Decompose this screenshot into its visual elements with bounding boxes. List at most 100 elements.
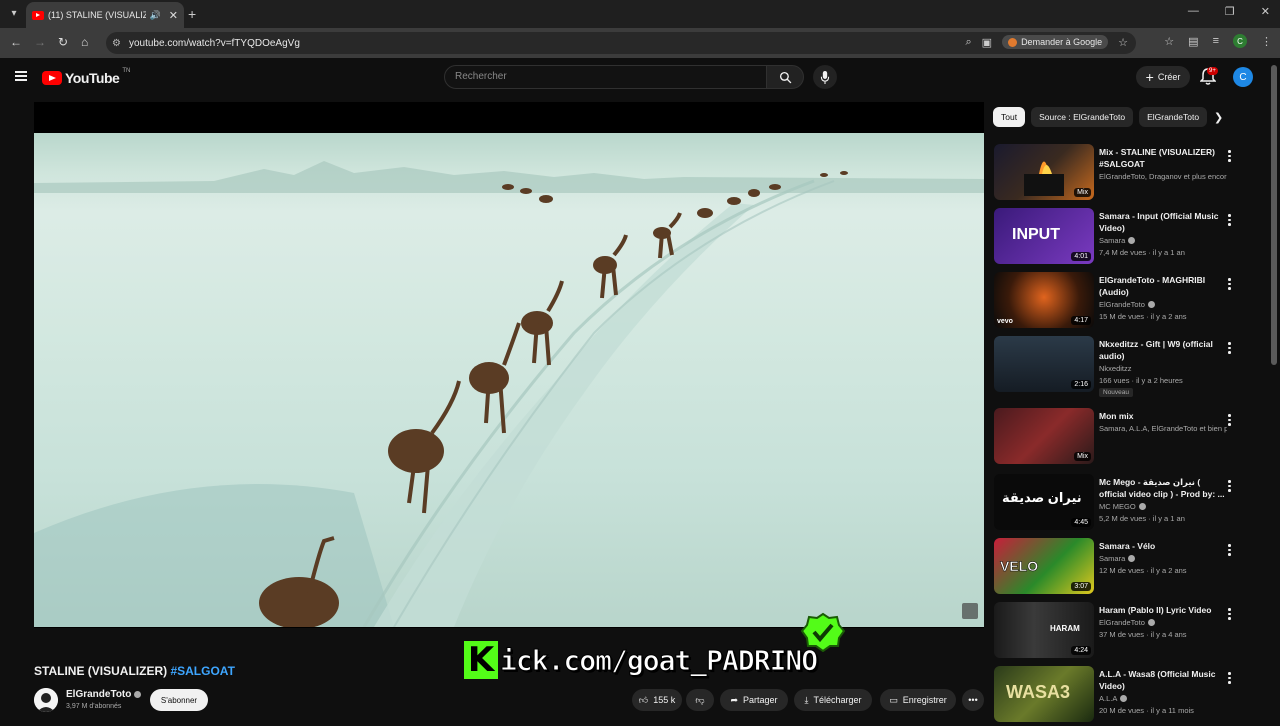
more-options-icon[interactable]: [1228, 214, 1232, 228]
more-options-icon[interactable]: [1228, 480, 1232, 494]
recommendation-item[interactable]: 2:16 Nkxeditzz - Gift | W9 (official aud…: [994, 336, 1244, 397]
video-hashtag-link[interactable]: #SALGOAT: [170, 664, 234, 678]
video-thumbnail[interactable]: VELO 3:07: [994, 538, 1094, 594]
media-control-icon[interactable]: ≡: [1213, 35, 1219, 47]
video-thumbnail[interactable]: HARAM 4:24: [994, 602, 1094, 658]
video-thumbnail[interactable]: Mix: [994, 144, 1094, 200]
recommendation-channel[interactable]: ElGrandeToto, Draganov et plus encore: [1099, 172, 1227, 181]
recommendation-channel[interactable]: Nkxeditzz: [1099, 364, 1227, 373]
recommendation-title[interactable]: Mon mix: [1099, 410, 1227, 422]
restore-icon[interactable]: ❐: [1225, 5, 1235, 18]
recommendation-title[interactable]: A.L.A - Wasa8 (Official Music Video): [1099, 668, 1227, 692]
recommendation-channel[interactable]: Samara: [1099, 554, 1227, 563]
download-button[interactable]: ⤓ Télécharger: [794, 689, 872, 711]
audio-playing-icon[interactable]: 🔊: [150, 10, 161, 21]
reload-icon[interactable]: ↻: [58, 35, 68, 49]
share-button[interactable]: ➦ Partager: [720, 689, 788, 711]
forward-icon[interactable]: →: [34, 35, 46, 49]
save-button[interactable]: ▭ Enregistrer: [880, 689, 956, 711]
recommendation-title[interactable]: Mix - STALINE (VISUALIZER) #SALGOAT: [1099, 146, 1227, 170]
recommendation-title[interactable]: Haram (Pablo II) Lyric Video: [1099, 604, 1227, 616]
more-options-icon[interactable]: [1228, 342, 1232, 356]
more-options-icon[interactable]: [1228, 544, 1232, 558]
create-button[interactable]: + Créer: [1136, 66, 1190, 88]
recommendation-channel[interactable]: ElGrandeToto: [1099, 618, 1227, 627]
more-options-icon[interactable]: [1228, 278, 1232, 292]
recommendation-item[interactable]: Mix Mon mix Samara, A.L.A, ElGrandeToto …: [994, 408, 1244, 468]
video-player[interactable]: [34, 102, 984, 628]
recommendation-meta: 5,2 M de vues · il y a 1 an: [1099, 514, 1185, 523]
chip-all[interactable]: Tout: [993, 107, 1026, 127]
video-frame-camels[interactable]: [34, 133, 984, 627]
recommendation-channel[interactable]: ElGrandeToto: [1099, 300, 1227, 309]
recommendation-channel[interactable]: MC MEGO: [1099, 502, 1227, 511]
recommendation-item[interactable]: WASA3 A.L.A - Wasa8 (Official Music Vide…: [994, 666, 1244, 726]
profile-avatar[interactable]: C: [1233, 34, 1247, 48]
more-options-icon[interactable]: [1228, 672, 1232, 686]
voice-search-button[interactable]: [813, 65, 837, 89]
recommendation-channel[interactable]: Samara, A.L.A, ElGrandeToto et bien pl..…: [1099, 424, 1227, 433]
recommendation-title[interactable]: Nkxeditzz - Gift | W9 (official audio): [1099, 338, 1227, 362]
video-thumbnail[interactable]: نيران صديقة 4:45: [994, 474, 1094, 530]
recommendation-item[interactable]: VELO 3:07 Samara - Vélo Samara 12 M de v…: [994, 538, 1244, 598]
verified-check-icon: [134, 691, 142, 698]
browser-tab-active[interactable]: (11) STALINE (VISUALIZER) # 🔊 ✕: [26, 2, 184, 28]
reading-list-icon[interactable]: ▤: [1188, 35, 1198, 48]
close-tab-icon[interactable]: ✕: [169, 9, 178, 22]
chip-channel[interactable]: ElGrandeToto: [1139, 107, 1208, 127]
recommendation-item[interactable]: نيران صديقة 4:45 Mc Mego - نيران صديقة (…: [994, 474, 1244, 534]
chrome-menu-icon[interactable]: ⋮: [1261, 35, 1272, 48]
new-tab-button[interactable]: +: [188, 6, 196, 22]
recommendation-title[interactable]: Mc Mego - نيران صديقة ( official video c…: [1099, 476, 1227, 500]
address-bar[interactable]: ⚙ youtube.com/watch?v=fTYQDOeAgVg ⌕ ▣ De…: [106, 32, 1136, 54]
recommendation-item[interactable]: vevo 4:17 ElGrandeToto - MAGHRIBI (Audio…: [994, 272, 1244, 332]
video-thumbnail[interactable]: 2:16: [994, 336, 1094, 392]
youtube-logo[interactable]: YouTube TN: [42, 68, 130, 86]
search-button[interactable]: [766, 65, 804, 89]
thumbs-up-icon: 👍︎: [638, 694, 649, 705]
more-options-icon[interactable]: [1228, 150, 1232, 164]
verified-check-icon: [1120, 695, 1128, 702]
recommendation-item[interactable]: Mix Mix - STALINE (VISUALIZER) #SALGOAT …: [994, 144, 1244, 204]
recommendation-item[interactable]: HARAM 4:24 Haram (Pablo II) Lyric Video …: [994, 602, 1244, 662]
subscribe-button[interactable]: S'abonner: [150, 689, 208, 711]
chip-source[interactable]: Source : ElGrandeToto: [1031, 107, 1134, 127]
video-thumbnail[interactable]: vevo 4:17: [994, 272, 1094, 328]
chevron-right-icon[interactable]: ❯: [1214, 111, 1223, 124]
close-window-icon[interactable]: ✕: [1261, 5, 1270, 18]
recommendation-channel[interactable]: A.L.A: [1099, 694, 1227, 703]
video-thumbnail[interactable]: Mix: [994, 408, 1094, 464]
browser-tabbar: ▾ (11) STALINE (VISUALIZER) # 🔊 ✕ + — ❐ …: [0, 0, 1280, 28]
more-options-icon[interactable]: [1228, 608, 1232, 622]
more-actions-button[interactable]: •••: [962, 689, 984, 711]
channel-avatar[interactable]: [34, 688, 58, 712]
recommendation-channel[interactable]: Samara: [1099, 236, 1227, 245]
video-thumbnail[interactable]: WASA3: [994, 666, 1094, 722]
recommendation-item[interactable]: INPUT 4:01 Samara - Input (Official Musi…: [994, 208, 1244, 268]
account-avatar[interactable]: C: [1233, 67, 1253, 87]
more-options-icon[interactable]: [1228, 414, 1232, 428]
recommendation-title[interactable]: Samara - Input (Official Music Video): [1099, 210, 1227, 234]
mix-badge: Mix: [1074, 452, 1091, 461]
zoom-icon[interactable]: ⌕: [965, 36, 971, 49]
recommendation-title[interactable]: Samara - Vélo: [1099, 540, 1227, 552]
channel-name[interactable]: ElGrandeToto: [66, 689, 142, 700]
home-icon[interactable]: ⌂: [81, 35, 88, 49]
cast-icon[interactable]: ▣: [982, 36, 992, 49]
extensions-star-icon[interactable]: ☆: [1164, 35, 1174, 48]
site-info-icon[interactable]: ⚙: [112, 38, 121, 49]
tab-search-icon[interactable]: ▾: [6, 5, 22, 21]
ask-google-button[interactable]: Demander à Google: [1002, 35, 1109, 49]
recommendation-title[interactable]: ElGrandeToto - MAGHRIBI (Audio): [1099, 274, 1227, 298]
dislike-button[interactable]: 👎︎: [686, 689, 714, 711]
youtube-favicon-icon: [32, 10, 44, 20]
search-input[interactable]: Rechercher: [444, 65, 767, 89]
video-thumbnail[interactable]: INPUT 4:01: [994, 208, 1094, 264]
minimize-icon[interactable]: —: [1188, 5, 1199, 18]
kick-stream-overlay: K ick.com/goat_PADRINO: [464, 612, 845, 680]
menu-icon[interactable]: [15, 71, 27, 81]
bookmark-star-icon[interactable]: ☆: [1118, 36, 1128, 49]
like-button[interactable]: 👍︎ 155 k: [632, 689, 682, 711]
page-scrollbar[interactable]: [1271, 65, 1277, 365]
back-icon[interactable]: ←: [10, 35, 22, 49]
